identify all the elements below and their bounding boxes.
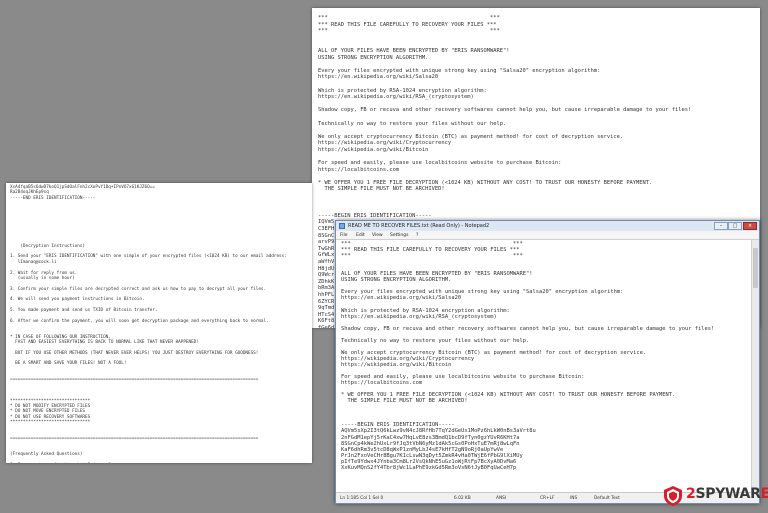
status-scheme: Default Text	[594, 495, 620, 501]
menu-file[interactable]: File	[340, 233, 348, 238]
menu-help[interactable]: ?	[416, 233, 418, 238]
notepad-line: Shadow copy, FB or recuva and other reco…	[341, 325, 715, 332]
menu-settings[interactable]: Settings	[390, 233, 408, 238]
window-title: READ ME TO RECOVER FILES.txt (Read Only)…	[348, 223, 490, 229]
back-document-line	[318, 194, 691, 201]
menu-edit[interactable]: Edit	[356, 233, 365, 238]
left-document-window: XsA4fqaB5s6dwD7koQ1jpSdOalFnh2cXoPvY1Dq+…	[6, 183, 312, 463]
back-document-line: USING STRONG ENCRYPTION ALGORITHM.	[318, 54, 429, 61]
close-icon[interactable]: ×	[743, 222, 757, 230]
back-document-line: https://localbitcoins.com	[318, 166, 400, 173]
notepad-line: XxKuvMQnS2fY4Tbr8jWc1LaPhE9zkGd5Rm3oVsN6…	[341, 464, 517, 471]
scrollbar-thumb[interactable]	[753, 248, 758, 288]
back-document-line	[318, 36, 691, 43]
back-document-line: THE SIMPLE FILE MUST NOT BE ARCHIVED!	[318, 186, 445, 193]
left-document-text: XsA4fqaB5s6dwD7koQ1jpSdOalFnh2cXoPvY1Dq+…	[10, 185, 287, 463]
back-document-line: https://en.wikipedia.org/wiki/Salsa20	[318, 74, 439, 81]
watermark-logo: 2SPYWARE	[662, 483, 768, 509]
minimize-icon[interactable]: –	[714, 222, 728, 230]
notepad-window[interactable]: READ ME TO RECOVER FILES.txt (Read Only)…	[335, 220, 760, 504]
status-encoding: ANSI	[496, 495, 507, 501]
back-document-line: Shadow copy, FB or recuva and other reco…	[318, 107, 692, 114]
status-eol: CR+LF	[540, 495, 555, 501]
status-position: Ln 1:185 Col 1 Sel 0	[340, 495, 384, 501]
notepad-app-icon	[339, 223, 345, 229]
back-document-line: *** ***	[318, 28, 500, 35]
notepad-text: *** *** *** READ THIS FILE CAREFULLY TO R…	[341, 241, 715, 472]
status-ins: INS	[570, 495, 578, 501]
shield-icon	[664, 486, 682, 506]
status-size: 6.02 KB	[454, 495, 471, 501]
maximize-icon[interactable]: □	[728, 222, 742, 230]
back-document-line: https://en.wikipedia.org/wiki/RSA_(crypt…	[318, 94, 474, 101]
notepad-text-area[interactable]: *** *** *** READ THIS FILE CAREFULLY TO R…	[336, 240, 752, 493]
back-document-line	[318, 201, 691, 208]
menu-bar: File Edit View Settings ?	[336, 231, 759, 240]
menu-view[interactable]: View	[372, 233, 383, 238]
vertical-scrollbar[interactable]	[751, 240, 759, 493]
watermark-text: 2SPYWARE	[686, 486, 768, 502]
back-document-line: Technically no way to restore your files…	[318, 120, 507, 127]
back-document-line: https://wikipedia.org/wiki/Bitcoin	[318, 146, 429, 153]
